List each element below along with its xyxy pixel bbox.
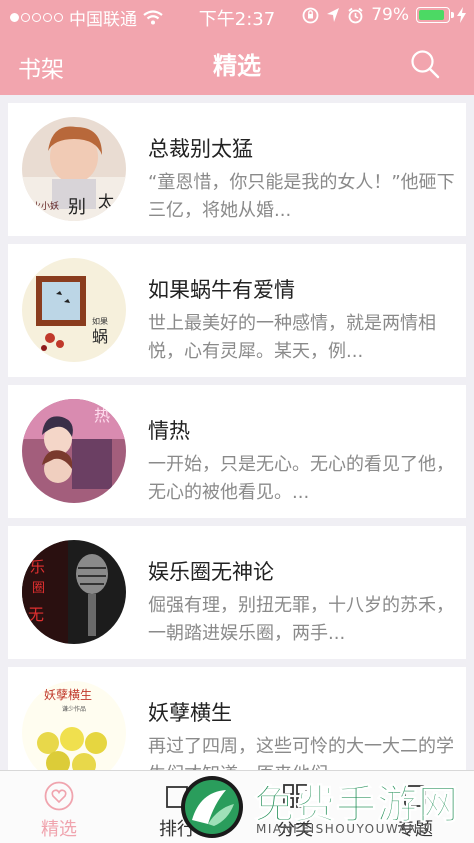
battery-icon	[416, 7, 454, 23]
book-card[interactable]: 如果 蜗 如果蜗牛有爱情 世上最美好的一种感情，就是两情相悦，心有灵犀。某天，例…	[8, 244, 466, 377]
svg-text:如果: 如果	[92, 316, 108, 326]
book-title: 情热	[148, 419, 190, 443]
book-card[interactable]: 妖孽横生 谦少作品 妖孽横生 再过了四周，这些可怜的大一大二的学生们才知道，原来…	[8, 667, 466, 770]
charging-icon	[457, 7, 466, 23]
book-cover: 妖孽横生 谦少作品	[22, 681, 126, 770]
book-cover: 如果 蜗	[22, 258, 126, 362]
book-description: 世上最美好的一种感情，就是两情相悦，心有灵犀。某天，例...	[148, 313, 436, 362]
svg-text:热: 热	[94, 406, 110, 425]
svg-text:圈: 圈	[32, 581, 45, 596]
search-icon[interactable]	[410, 49, 440, 79]
svg-text:火小妖: 火小妖	[32, 200, 59, 212]
svg-text:谦少作品: 谦少作品	[62, 705, 86, 713]
tab-label: 精选	[41, 819, 77, 840]
book-description: 再过了四周，这些可怜的大一大二的学生们才知道，原来他们...	[148, 736, 454, 770]
location-icon	[327, 8, 340, 22]
svg-text:蜗: 蜗	[92, 327, 108, 346]
book-title: 总裁别太猛	[148, 137, 253, 161]
rotation-lock-icon	[302, 7, 319, 23]
book-title: 如果蜗牛有爱情	[148, 278, 295, 302]
book-description: 一开始，只是无心。无心的看见了他，无心的被他看见。...	[148, 454, 454, 503]
watermark-logo-icon	[181, 776, 243, 838]
page-title: 精选	[213, 52, 261, 80]
book-card[interactable]: 乐 圈 无 娱乐圈无神论 倔强有理，别扭无罪，十八岁的苏禾，一朝踏进娱乐圈，两手…	[8, 526, 466, 659]
svg-text:别: 别	[68, 197, 86, 218]
book-card[interactable]: 热 情热 一开始，只是无心。无心的看见了他，无心的被他看见。...	[8, 385, 466, 518]
book-title: 娱乐圈无神论	[148, 560, 274, 584]
tab-featured[interactable]: 精选	[0, 771, 118, 843]
header: 中国联通 下午2:37 79% 书架 精选	[0, 0, 474, 95]
book-title: 妖孽横生	[148, 701, 232, 725]
svg-text:妖孽横生: 妖孽横生	[44, 687, 92, 702]
status-right: 79%	[302, 5, 466, 25]
watermark: 免费手游网 MIANFEISHOUYOUWANG	[178, 772, 474, 843]
navigation-bar: 书架 精选	[0, 32, 474, 95]
svg-text:乐: 乐	[30, 558, 45, 576]
book-list[interactable]: 火小妖 别 太 总裁别太猛 “童恩惜，你只能是我的女人！”他砸下三亿，将她从婚.…	[0, 95, 474, 770]
svg-text:太: 太	[98, 192, 114, 211]
svg-text:无: 无	[28, 605, 44, 624]
book-description: “童恩惜，你只能是我的女人！”他砸下三亿，将她从婚...	[148, 172, 455, 221]
book-card[interactable]: 火小妖 别 太 总裁别太猛 “童恩惜，你只能是我的女人！”他砸下三亿，将她从婚.…	[8, 103, 466, 236]
book-cover: 热	[22, 399, 126, 503]
book-cover: 乐 圈 无	[22, 540, 126, 644]
heart-icon	[44, 781, 74, 811]
book-cover: 火小妖 别 太	[22, 117, 126, 221]
status-bar: 中国联通 下午2:37 79%	[0, 0, 474, 32]
alarm-icon	[348, 7, 363, 23]
watermark-subtitle: MIANFEISHOUYOUWANG	[256, 822, 430, 836]
battery-percent: 79%	[371, 5, 409, 25]
book-description: 倔强有理，别扭无罪，十八岁的苏禾，一朝踏进娱乐圈，两手...	[148, 595, 454, 644]
